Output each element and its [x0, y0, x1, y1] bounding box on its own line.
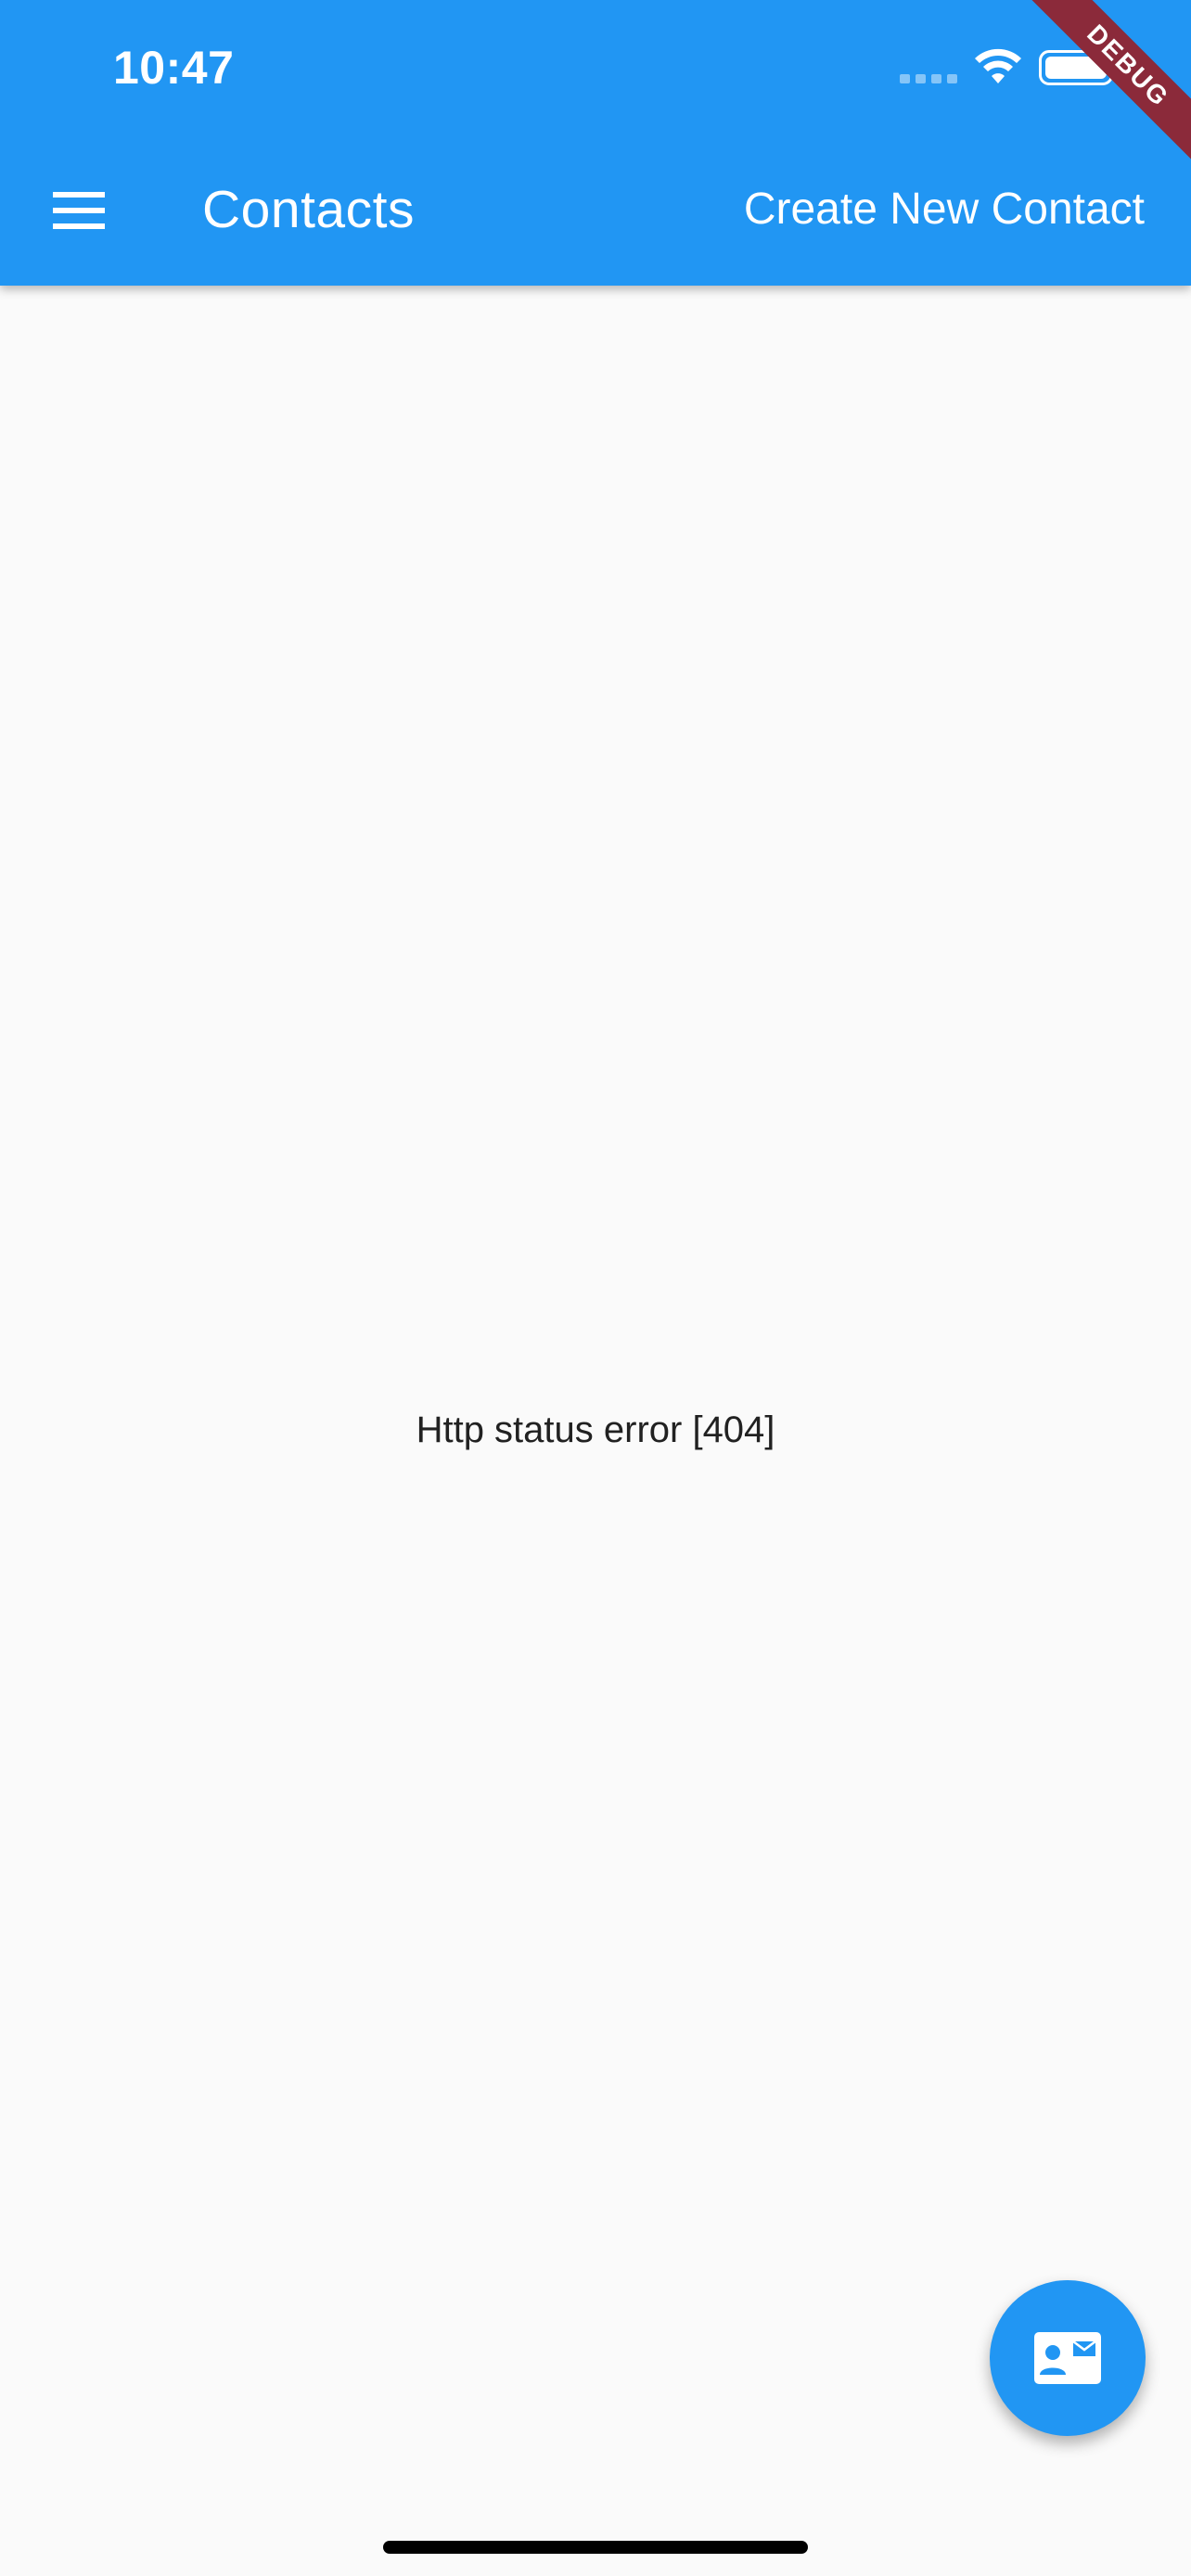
home-indicator[interactable]: [383, 2541, 808, 2554]
menu-button[interactable]: [39, 171, 119, 250]
cellular-signal-icon: [900, 74, 957, 83]
contact-mail-icon: [1034, 2332, 1101, 2384]
wifi-icon: [975, 48, 1021, 83]
hamburger-menu-icon: [53, 192, 105, 229]
page-title: Contacts: [202, 180, 415, 239]
error-message: Http status error [404]: [416, 1409, 775, 1450]
app-bar: 10:47 Contacts Create New Contact: [0, 0, 1191, 286]
app-screen: 10:47 Contacts Create New Contact DEBUG …: [0, 0, 1191, 2576]
status-time: 10:47: [113, 42, 235, 94]
contact-mail-fab-button[interactable]: [990, 2280, 1146, 2436]
create-new-contact-button[interactable]: Create New Contact: [744, 178, 1145, 241]
